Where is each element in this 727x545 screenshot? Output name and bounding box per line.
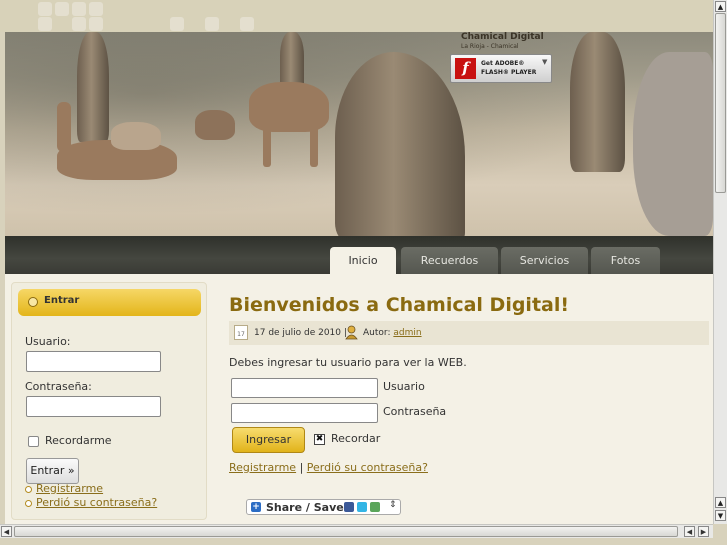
flash-badge-player-text: FLASH® PLAYER [481, 69, 537, 76]
download-arrow-icon: ▼ [542, 58, 548, 66]
calendar-icon: 17 [234, 325, 248, 340]
facebook-icon [344, 502, 354, 512]
remember-me-checkbox[interactable] [28, 436, 39, 447]
decor-square [55, 2, 69, 16]
twitter-icon [357, 502, 367, 512]
main-navigation: Inicio Recuerdos Servicios Fotos [5, 236, 713, 274]
scroll-up-icon[interactable]: ▲ [715, 1, 726, 12]
login-panel-header: Entrar [18, 289, 201, 316]
flash-player-icon: f [455, 58, 476, 79]
vertical-scrollbar[interactable]: ▲ ▲ ▼ [713, 0, 727, 524]
share-save-button[interactable]: + Share / Save ⇕ [246, 499, 401, 515]
decor-square [38, 17, 52, 31]
horizontal-scroll-thumb[interactable] [14, 526, 678, 537]
username-label: Usuario: [25, 335, 71, 348]
main-forgot-password-link[interactable]: Perdió su contraseña? [307, 461, 428, 474]
post-meta-row: 17 17 de julio de 2010 | Autor: admin [229, 321, 709, 345]
recordar-checkbox[interactable]: ✖ [314, 434, 325, 445]
site-title: Chamical Digital [461, 32, 544, 42]
guanaco-leg [263, 127, 271, 167]
decor-square [205, 17, 219, 31]
sidebar-password-input[interactable] [26, 396, 161, 417]
header-banner-photo: Chamical Digital La Rioja - Chamical f G… [5, 32, 713, 236]
scroll-left-icon[interactable]: ◀ [684, 526, 695, 537]
login-submit-button[interactable]: Ingresar [232, 427, 305, 453]
recordar-label: Recordar [331, 432, 381, 445]
page-title: Bienvenidos a Chamical Digital! [229, 294, 570, 316]
scroll-up-icon[interactable]: ▲ [715, 497, 726, 508]
sidebar-username-input[interactable] [26, 351, 161, 372]
tab-fotos[interactable]: Fotos [591, 247, 660, 274]
author-prefix: Autor: [363, 328, 391, 338]
sidebar-forgot-password-link[interactable]: Perdió su contraseña? [36, 496, 157, 509]
share-plus-icon: + [251, 502, 261, 512]
donkey [633, 52, 713, 236]
get-flash-player-badge[interactable]: f Get ADOBE® FLASH® PLAYER ▼ [450, 54, 552, 83]
top-decor-band [0, 0, 713, 32]
author-icon [345, 325, 358, 340]
main-register-link[interactable]: Registrarme [229, 461, 296, 474]
main-password-input[interactable] [231, 403, 378, 423]
bottom-band [0, 538, 727, 545]
main-username-label: Usuario [383, 380, 425, 393]
share-label: Share / Save [266, 501, 344, 514]
share-dropdown-icon: ⇕ [389, 500, 397, 510]
guanaco-standing [249, 82, 329, 132]
login-required-notice: Debes ingresar tu usuario para ver la WE… [229, 356, 467, 369]
decor-square [38, 2, 52, 16]
guanaco-neck [57, 102, 71, 152]
main-password-label: Contraseña [383, 405, 447, 418]
decor-square [89, 17, 103, 31]
sidebar-login-button[interactable]: Entrar » [26, 458, 79, 484]
guanaco-lying [111, 122, 161, 150]
scroll-down-icon[interactable]: ▼ [715, 510, 726, 521]
bullet-icon [28, 297, 38, 307]
scroll-left-icon[interactable]: ◀ [1, 526, 12, 537]
post-date: 17 de julio de 2010 | [254, 328, 347, 338]
decor-square [72, 17, 86, 31]
guanaco-lying [195, 110, 235, 140]
tab-recuerdos[interactable]: Recuerdos [401, 247, 498, 274]
password-label: Contraseña: [25, 380, 92, 393]
link-separator: | [299, 461, 304, 474]
tab-inicio[interactable]: Inicio [330, 247, 396, 274]
bullet-icon [25, 500, 32, 507]
brand-block: Chamical Digital La Rioja - Chamical [461, 32, 544, 50]
login-sidebar: Entrar Usuario: Contraseña: Recordarme E… [11, 282, 207, 520]
main-login-links: Registrarme | Perdió su contraseña? [229, 461, 428, 474]
sidebar-register-link[interactable]: Registrarme [36, 482, 103, 495]
flash-badge-get-text: Get ADOBE® [481, 60, 525, 67]
main-username-input[interactable] [231, 378, 378, 398]
content-area: Entrar Usuario: Contraseña: Recordarme E… [5, 274, 713, 524]
tree-trunk [570, 32, 625, 172]
site-subtitle: La Rioja - Chamical [461, 43, 519, 50]
bullet-icon [25, 486, 32, 493]
email-icon [370, 502, 380, 512]
decor-square [89, 2, 103, 16]
tab-servicios[interactable]: Servicios [501, 247, 588, 274]
decor-square [72, 2, 86, 16]
guanaco-leg [310, 127, 318, 167]
decor-square [240, 17, 254, 31]
vertical-scroll-thumb[interactable] [715, 13, 726, 193]
author-link[interactable]: admin [393, 328, 421, 338]
decor-square [170, 17, 184, 31]
horizontal-scrollbar[interactable]: ◀ ◀ ▶ [0, 524, 713, 538]
post-author: Autor: admin [363, 328, 422, 338]
remember-me-label: Recordarme [45, 434, 112, 447]
login-panel-title: Entrar [44, 295, 80, 306]
tree-trunk [77, 32, 109, 142]
scroll-right-icon[interactable]: ▶ [698, 526, 709, 537]
